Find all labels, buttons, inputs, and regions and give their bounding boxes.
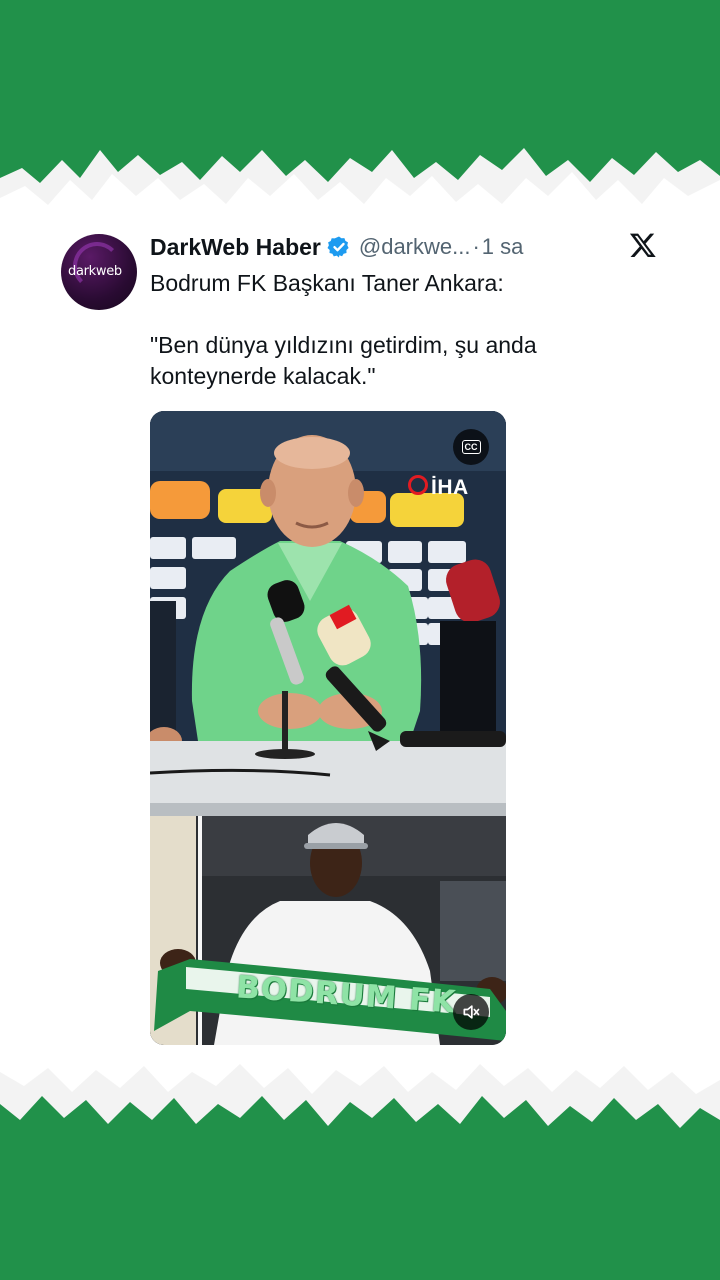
author-avatar[interactable]: darkweb bbox=[61, 234, 137, 310]
news-agency-name: İHA bbox=[431, 476, 469, 499]
time-separator: · bbox=[472, 234, 480, 259]
author-handle[interactable]: @darkwe... bbox=[359, 234, 471, 260]
author-name[interactable]: DarkWeb Haber bbox=[150, 234, 321, 261]
closed-captions-icon: CC bbox=[461, 440, 481, 454]
closed-captions-button[interactable]: CC bbox=[453, 429, 489, 465]
mute-button[interactable] bbox=[453, 994, 489, 1030]
tweet-text: Bodrum FK Başkanı Taner Ankara: "Ben dün… bbox=[150, 268, 620, 392]
news-agency-logo: İHA bbox=[408, 475, 469, 500]
tweet-quote: "Ben dünya yıldızını getirdim, şu anda k… bbox=[150, 332, 537, 389]
tweet-text-line: Bodrum FK Başkanı Taner Ankara: bbox=[150, 270, 504, 296]
x-logo-icon[interactable] bbox=[629, 231, 657, 259]
speaker-muted-icon bbox=[463, 1005, 480, 1019]
tweet-video[interactable]: İHA BODRUM FK CC bbox=[150, 411, 506, 1045]
tweet-header: DarkWeb Haber @darkwe... · 1 sa bbox=[150, 231, 523, 263]
tweet-time[interactable]: 1 sa bbox=[482, 234, 524, 260]
tweet-card[interactable]: darkweb DarkWeb Haber @darkwe... · 1 sa … bbox=[0, 0, 720, 1280]
verified-badge-icon bbox=[327, 236, 349, 258]
avatar-logo-text: darkweb bbox=[68, 264, 122, 279]
video-frame bbox=[150, 411, 506, 1045]
